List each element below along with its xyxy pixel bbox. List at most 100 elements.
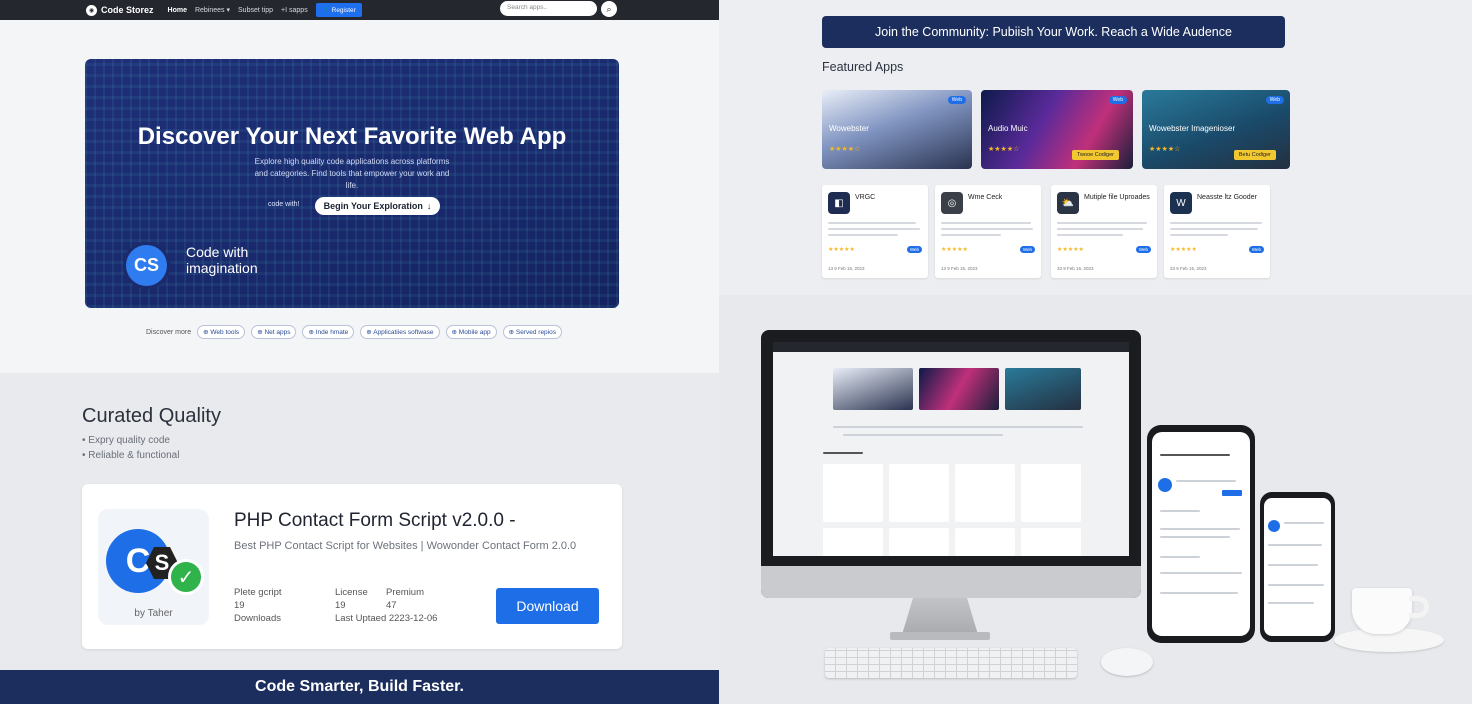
app-card-2[interactable]: ◎ Wme Ceck ★★★★★ Web 13 9 Feb 15, 2023 (935, 185, 1041, 278)
app-card-footer: 33 9 Feb 15, 2023 (1170, 266, 1207, 271)
chip-served-repios[interactable]: ⊕ Served repios (502, 325, 562, 339)
monitor-screen (773, 342, 1129, 556)
search-input[interactable]: Search apps.. (500, 1, 597, 16)
mini-card (1021, 464, 1081, 522)
mini-featured-3 (1005, 368, 1081, 410)
curated-point: Expry quality code (82, 433, 179, 448)
star-rating-icon: ★★★★★ (1057, 247, 1084, 253)
hero-tagline: Code with imagination (186, 244, 258, 276)
footer-slogan: Code Smarter, Build Faster. (0, 670, 719, 704)
featured-action-button[interactable]: Betu Codiger (1233, 150, 1276, 160)
app-icon: ◎ (941, 192, 963, 214)
app-card-3[interactable]: ⛅ Mutiple file Uproades ★★★★★ Web 33 9 F… (1051, 185, 1157, 278)
text-line (828, 234, 898, 236)
discover-bar: Discover more ⊕ Web tools ⊕ Net apps ⊕ I… (146, 325, 562, 339)
mini-line (833, 426, 1083, 428)
app-card-4[interactable]: W Neasste ltz Gooder ★★★★★ Web 33 9 Feb … (1164, 185, 1270, 278)
app-icon: ⛅ (1057, 192, 1079, 214)
explore-button[interactable]: Begin Your Exploration ↓ (315, 197, 440, 215)
chip-label: Applicatiies softwase (373, 329, 434, 336)
featured-badge: Web (947, 96, 966, 104)
meta-value: 19 (335, 600, 346, 611)
featured-name: Audio Muic (988, 124, 1028, 133)
search-icon[interactable]: ⌕ (601, 1, 617, 17)
phone-large (1147, 425, 1255, 643)
mini-line (1268, 602, 1314, 604)
star-rating-icon: ★★★★☆ (988, 146, 1020, 153)
text-line (828, 228, 920, 230)
nav-item-1[interactable]: Rebinees ▾ (195, 6, 230, 14)
community-banner[interactable]: Join the Community: Pubiish Your Work. R… (822, 16, 1285, 48)
app-card-button[interactable]: Web (906, 246, 922, 253)
featured-app-2[interactable]: Web Audio Muic ★★★★☆ Twooe Codiger (981, 90, 1133, 169)
mini-navbar (773, 342, 1129, 352)
mini-line (1160, 510, 1200, 512)
chip-applications[interactable]: ⊕ Applicatiies softwase (360, 325, 440, 339)
app-card-button[interactable]: Web (1019, 246, 1035, 253)
product-card: C S ✓ by Taher PHP Contact Form Script v… (82, 484, 622, 649)
curated-list: Expry quality code Reliable & functional (82, 433, 179, 463)
mini-line (1268, 584, 1324, 586)
app-name: Wme Ceck (968, 194, 1003, 201)
chip-net-apps[interactable]: ⊕ Net apps (251, 325, 297, 339)
text-line (1170, 228, 1258, 230)
featured-app-1[interactable]: Web Wowebster ★★★★☆ (822, 90, 972, 169)
chip-mobile-app[interactable]: ⊕ Mobile app (445, 325, 497, 339)
brand[interactable]: ◉ Code Storez (86, 4, 154, 16)
chip-label: Web tools (210, 329, 240, 336)
nav-home[interactable]: Home (168, 7, 187, 14)
text-line (1170, 222, 1262, 224)
featured-app-3[interactable]: Web Wowebster Imagenioser ★★★★☆ Betu Cod… (1142, 90, 1290, 169)
meta-label: Premium (386, 587, 425, 598)
register-label: Register (331, 7, 356, 14)
mini-line (1176, 480, 1236, 482)
brand-logo-icon: ◉ (86, 4, 97, 16)
download-button[interactable]: Download (496, 588, 599, 624)
phone-small (1260, 492, 1335, 642)
nav-item-3[interactable]: +I sapps (281, 7, 308, 14)
text-line (941, 222, 1031, 224)
keyboard (825, 648, 1077, 678)
meta-label: Plete gcript (234, 587, 282, 598)
register-button[interactable]: 👤 Register (315, 3, 362, 17)
mini-line (843, 434, 1003, 436)
hero-banner: Discover Your Next Favorite Web App Expl… (85, 59, 619, 308)
mini-line (1160, 572, 1242, 574)
curated-title: Curated Quality (82, 405, 221, 427)
right-panel: Join the Community: Pubiish Your Work. R… (719, 0, 1472, 704)
app-name: Neasste ltz Gooder (1197, 194, 1257, 201)
text-line (941, 228, 1033, 230)
mini-button (1222, 490, 1242, 496)
app-card-1[interactable]: ◧ VRGC ★★★★★ Web 13 9 Feb 15, 2023 (822, 185, 928, 278)
star-rating-icon: ★★★★★ (941, 247, 968, 253)
mini-line (1268, 564, 1318, 566)
mini-line (1160, 592, 1238, 594)
app-card-footer: 13 9 Feb 15, 2023 (941, 266, 978, 271)
phone-small-screen (1264, 498, 1331, 636)
nav-item-2[interactable]: Subset tipp (238, 7, 273, 14)
chip-web-tools[interactable]: ⊕ Web tools (197, 325, 246, 339)
brand-name: Code Storez (101, 5, 154, 15)
monitor-stand (902, 598, 978, 634)
hero-code-label: code with! (268, 201, 300, 208)
text-line (1057, 234, 1123, 236)
app-card-button[interactable]: Web (1248, 246, 1264, 253)
meta-value: 47 (386, 600, 397, 611)
hero-title: Discover Your Next Favorite Web App (137, 123, 567, 150)
app-card-button[interactable]: Web (1135, 246, 1151, 253)
star-rating-icon: ★★★★☆ (1149, 146, 1181, 153)
app-card-footer: 13 9 Feb 15, 2023 (828, 266, 865, 271)
text-line (941, 234, 1001, 236)
monitor-chin (761, 566, 1141, 598)
app-name: VRGC (855, 194, 876, 201)
featured-title: Featured Apps (822, 60, 904, 74)
featured-action-button[interactable]: Twooe Codiger (1072, 150, 1119, 160)
mini-featured-1 (833, 368, 913, 410)
mini-card (823, 528, 883, 556)
chip-inde-hmate[interactable]: ⊕ Inde hmate (302, 325, 355, 339)
right-top-section: Join the Community: Pubiish Your Work. R… (719, 0, 1472, 295)
cs-logo-icon: CS (126, 245, 167, 286)
curated-section: Curated Quality Expry quality code Relia… (0, 373, 719, 670)
mini-line (1160, 528, 1240, 530)
text-line (1170, 234, 1228, 236)
